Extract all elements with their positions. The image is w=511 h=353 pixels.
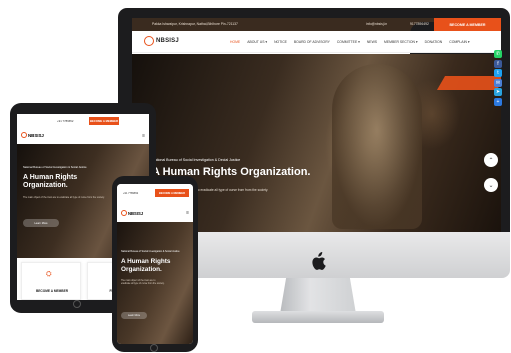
social-share-bar: ✆ f t ✉ ➤ + <box>494 50 502 106</box>
phone-topbar: +91 7789652 BECOME A MEMBER <box>117 184 193 206</box>
email-link[interactable]: info@nbsisj.in <box>366 22 387 26</box>
become-member-card[interactable]: ⛭ BECOME A MEMBER <box>21 262 81 300</box>
phone-learn-more-button[interactable]: Learn More <box>121 312 147 319</box>
phone-hero-title: A Human Rights Organization. <box>121 258 171 273</box>
slider-next-button[interactable]: ⌄ <box>484 178 498 192</box>
tablet-phone-text[interactable]: +91 7789652 <box>57 119 73 123</box>
slider-prev-button[interactable]: ⌃ <box>484 153 498 167</box>
lady-justice-image <box>332 64 422 229</box>
phone-hero-subtitle: National Bureau of Social Investigation … <box>121 250 180 253</box>
phone-navbar: NBSISJ ≡ <box>117 206 193 222</box>
member-icon: ⛭ <box>46 271 52 278</box>
facebook-icon[interactable]: f <box>494 59 502 68</box>
tablet-hero-description: The main object of the trust are to erad… <box>23 196 105 199</box>
phone-logo[interactable]: NBSISJ <box>121 210 143 216</box>
nav-home[interactable]: HOME <box>230 40 240 44</box>
accent-stripe <box>436 76 501 90</box>
phone-number-text[interactable]: +91 7789652 <box>123 192 138 195</box>
hamburger-menu-icon[interactable]: ≡ <box>142 133 145 139</box>
tablet-hero-subtitle: National Bureau of Social Investigation … <box>23 166 87 169</box>
whatsapp-icon[interactable]: ✆ <box>494 50 502 58</box>
responsive-mockup: Pakka Ishwaipur, Krishnapur, Nathai,Bihl… <box>0 0 511 353</box>
tablet-hero-title: A Human Rights Organization. <box>23 174 78 189</box>
desktop-topbar: Pakka Ishwaipur, Krishnapur, Nathai,Bihl… <box>132 18 501 198</box>
nav-notice[interactable]: NOTICE <box>274 40 287 44</box>
nav-donation[interactable]: DONATION <box>425 40 443 44</box>
card-label: BECOME A MEMBER <box>36 289 68 293</box>
nav-member-section[interactable]: MEMBER SECTION ▾ <box>384 40 418 44</box>
nav-complain[interactable]: COMPLAIN ▾ <box>449 40 469 44</box>
monitor-stand-foot <box>252 311 384 323</box>
tablet-logo[interactable]: NBSISJ <box>21 132 44 138</box>
nav-committee[interactable]: COMMITTEE ▾ <box>337 40 360 44</box>
chevron-down-icon: ⌄ <box>488 182 494 189</box>
hero-subtitle: National Bureau of Social Investigation … <box>152 158 241 162</box>
nav-menu: HOME ABOUT US ▾ NOTICE BOARD OF ADVISORY… <box>230 40 470 44</box>
site-logo[interactable]: NBSISJ <box>144 36 179 46</box>
tablet-logo-text: NBSISJ <box>28 132 44 138</box>
logo-text: NBSISJ <box>156 38 179 44</box>
nav-about-us[interactable]: ABOUT US ▾ <box>247 40 267 44</box>
phone-logo-text: NBSISJ <box>128 210 144 216</box>
nav-board-of-advisory[interactable]: BOARD OF ADVISORY <box>294 40 330 44</box>
become-member-button[interactable]: BECOME A MEMBER <box>434 18 501 31</box>
tablet-topbar: +91 7789652 BECOME A MEMBER <box>17 114 149 128</box>
email-icon[interactable]: ✉ <box>494 78 502 87</box>
nav-news[interactable]: NEWS <box>367 40 377 44</box>
chevron-up-icon: ⌃ <box>488 157 494 164</box>
twitter-icon[interactable]: t <box>494 69 502 77</box>
phone-hero: National Bureau of Social Investigation … <box>117 222 193 344</box>
apple-logo-icon <box>312 252 326 270</box>
phone-home-indicator <box>150 344 158 352</box>
desktop-navbar: NBSISJ HOME ABOUT US ▾ NOTICE BOARD OF A… <box>132 31 501 53</box>
address-text: Pakka Ishwaipur, Krishnapur, Nathai,Bihl… <box>152 22 238 26</box>
phone-screen: +91 7789652 BECOME A MEMBER NBSISJ ≡ Nat… <box>117 184 193 344</box>
tablet-navbar: NBSISJ ≡ <box>17 128 149 144</box>
phone-become-member-button[interactable]: BECOME A MEMBER <box>155 189 189 197</box>
tablet-learn-more-button[interactable]: Learn More <box>23 219 59 227</box>
phone-hero-description: The main object of the trust are to erad… <box>121 280 165 286</box>
logo-icon <box>121 210 127 216</box>
tablet-home-button <box>73 300 81 308</box>
telegram-icon[interactable]: ➤ <box>494 88 502 96</box>
logo-icon <box>144 36 154 46</box>
logo-icon <box>21 132 27 138</box>
monitor-stand-neck <box>280 278 356 314</box>
share-icon[interactable]: + <box>494 97 502 106</box>
phone-device: +91 7789652 BECOME A MEMBER NBSISJ ≡ Nat… <box>112 176 198 352</box>
hamburger-menu-icon[interactable]: ≡ <box>186 210 189 216</box>
tablet-become-member-button[interactable]: BECOME A MEMBER <box>89 117 119 125</box>
